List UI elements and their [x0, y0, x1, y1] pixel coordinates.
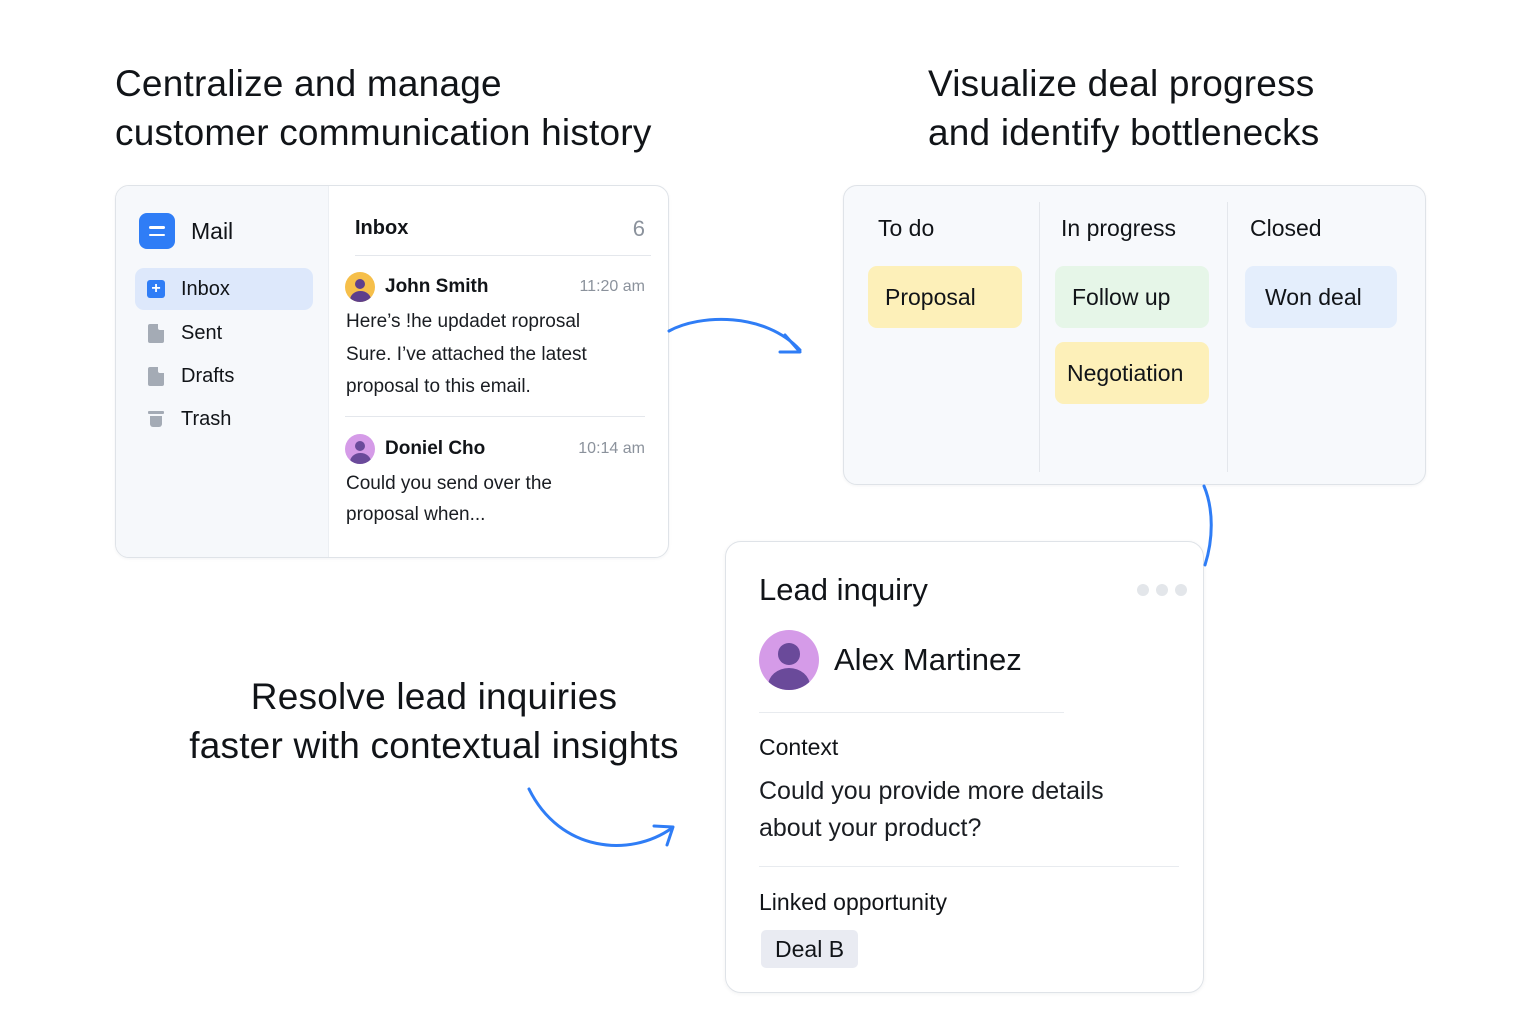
- kanban-column-todo: To do Proposal: [844, 186, 1039, 484]
- document-icon: [147, 366, 165, 386]
- mail-app-title: Mail: [191, 217, 234, 244]
- headline-communication: Centralize and manage customer communica…: [115, 59, 652, 157]
- deal-card-proposal[interactable]: Proposal: [868, 266, 1022, 328]
- headline-communication-line-2: customer communication history: [115, 112, 652, 153]
- message-preview-line: proposal to this email.: [346, 376, 531, 397]
- kanban-column-title: In progress: [1061, 215, 1177, 241]
- section-divider: [759, 712, 1064, 713]
- deal-card-label: Follow up: [1072, 283, 1171, 310]
- headline-deals-line-2: and identify bottlenecks: [928, 112, 1320, 153]
- sidebar-item-label: Inbox: [181, 277, 230, 300]
- message-divider: [345, 416, 645, 417]
- mail-app-card: Mail + Inbox Sent Drafts Trash Inbox 6 J…: [115, 185, 669, 558]
- inbox-header: Inbox 6: [355, 202, 651, 256]
- trash-icon: [147, 410, 165, 428]
- connector-board-to-lead: [1202, 484, 1213, 567]
- arrow-headline-to-lead-head: [652, 824, 675, 847]
- inbox-title: Inbox: [355, 217, 409, 239]
- inbox-count-badge: 6: [632, 215, 645, 241]
- deal-card-label: Won deal: [1265, 283, 1362, 310]
- headline-leads-line-1: Resolve lead inquiries: [250, 676, 618, 717]
- message-preview: Could you send over the proposal when...: [345, 468, 645, 530]
- linked-opportunity-tag[interactable]: Deal B: [761, 930, 859, 968]
- message-preview-line: Could you send over the: [346, 473, 552, 494]
- message-sender: John Smith: [385, 276, 489, 297]
- message-preview-line: Sure. I’ve attached the latest: [346, 343, 587, 365]
- avatar: [345, 272, 375, 302]
- message-time: 10:14 am: [578, 440, 645, 457]
- linked-opportunity-value: Deal B: [775, 935, 845, 962]
- headline-deals: Visualize deal progress and identify bot…: [928, 59, 1320, 157]
- mail-sidebar: Mail + Inbox Sent Drafts Trash: [116, 186, 329, 557]
- more-options-icon[interactable]: [1137, 584, 1187, 596]
- deal-pipeline-board: To do Proposal In progress Follow up Neg…: [843, 185, 1426, 485]
- sidebar-item-label: Sent: [181, 321, 223, 344]
- context-text-line: about your product?: [759, 814, 982, 842]
- deal-card-follow-up[interactable]: Follow up: [1055, 266, 1209, 328]
- deal-card-label: Negotiation: [1067, 359, 1184, 386]
- mail-message-list: Inbox 6 John Smith 11:20 am Here’s !he u…: [329, 186, 668, 557]
- headline-deals-line-1: Visualize deal progress: [928, 63, 1315, 104]
- sidebar-item-trash[interactable]: Trash: [135, 398, 313, 440]
- sidebar-item-drafts[interactable]: Drafts: [135, 355, 313, 397]
- avatar: [345, 434, 375, 464]
- plus-square-icon: +: [147, 280, 165, 298]
- arrow-headline-to-lead: [527, 787, 674, 847]
- lead-contact-name: Alex Martinez: [834, 642, 1022, 677]
- section-divider: [759, 866, 1179, 867]
- lead-inquiry-card: Lead inquiry Alex Martinez Context Could…: [725, 541, 1204, 993]
- avatar: [759, 630, 819, 690]
- document-icon: [147, 323, 165, 343]
- linked-opportunity-label: Linked opportunity: [759, 889, 947, 915]
- message-preview-line: proposal when...: [346, 504, 486, 525]
- headline-leads: Resolve lead inquiries faster with conte…: [160, 672, 708, 770]
- kanban-column-in-progress: In progress Follow up Negotiation: [1040, 186, 1227, 484]
- message-item-john-smith[interactable]: John Smith 11:20 am Here’s !he updadet r…: [345, 272, 645, 404]
- context-text-line: Could you provide more details: [759, 777, 1104, 805]
- message-item-doniel-cho[interactable]: Doniel Cho 10:14 am Could you send over …: [345, 434, 645, 530]
- arrow-mail-to-board: [667, 317, 802, 352]
- headline-leads-line-2: faster with contextual insights: [189, 725, 679, 766]
- message-preview: Here’s !he updadet roprosal Sure. I’ve a…: [345, 306, 645, 404]
- mail-logo-icon: [139, 213, 175, 249]
- message-preview-line: Here’s !he updadet roprosal: [346, 311, 581, 332]
- kanban-column-closed: Closed Won deal: [1228, 186, 1427, 484]
- lead-contact: Alex Martinez: [759, 630, 1022, 690]
- sidebar-item-label: Drafts: [181, 364, 235, 387]
- deal-card-negotiation[interactable]: Negotiation: [1055, 342, 1209, 404]
- lead-card-title: Lead inquiry: [759, 572, 928, 607]
- deal-card-label: Proposal: [885, 283, 976, 310]
- deal-card-won-deal[interactable]: Won deal: [1245, 266, 1397, 328]
- sidebar-item-inbox[interactable]: + Inbox: [135, 268, 313, 310]
- sidebar-item-label: Trash: [181, 407, 232, 430]
- kanban-column-title: Closed: [1250, 215, 1322, 241]
- context-label: Context: [759, 734, 839, 760]
- mail-brand: Mail: [139, 213, 233, 249]
- message-time: 11:20 am: [579, 278, 645, 295]
- kanban-column-title: To do: [878, 215, 935, 241]
- arrow-mail-to-board-head: [778, 333, 802, 354]
- sidebar-item-sent[interactable]: Sent: [135, 312, 313, 354]
- headline-communication-line-1: Centralize and manage: [115, 63, 502, 104]
- message-sender: Doniel Cho: [385, 438, 486, 459]
- context-text: Could you provide more details about you…: [759, 773, 1179, 847]
